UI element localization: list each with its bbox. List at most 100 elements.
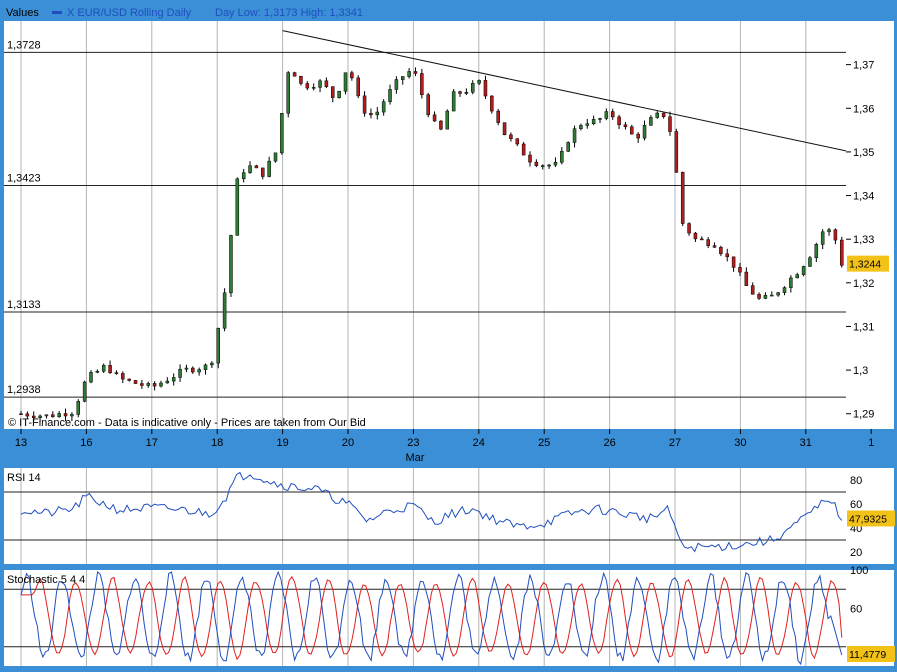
x-tick-label: 25: [538, 437, 550, 449]
candle-up: [210, 362, 214, 366]
candle-up: [560, 151, 564, 163]
candle-down: [426, 94, 430, 116]
candle-down: [731, 256, 736, 268]
candle-down: [369, 113, 373, 116]
stoch-last-label: 11,4779: [849, 649, 886, 661]
candle-up: [782, 287, 787, 293]
candle-up: [808, 257, 812, 267]
date-axis-bg: [4, 429, 846, 465]
candle-down: [687, 223, 691, 234]
candle-down: [668, 116, 672, 132]
candle-up: [184, 367, 189, 370]
candle-up: [159, 382, 163, 387]
series-label: X EUR/USD Rolling Daily: [67, 7, 192, 19]
price-panel-bg: [4, 21, 846, 429]
x-tick-label: 16: [80, 437, 92, 449]
price-y-tick-label: 1,33: [853, 234, 874, 246]
price-y-tick-label: 1,36: [853, 103, 874, 115]
price-y-tick-label: 1,29: [853, 409, 874, 421]
candle-down: [693, 232, 698, 240]
candle-up: [241, 172, 246, 180]
price-y-tick-label: 1,37: [853, 60, 874, 72]
candle-down: [108, 365, 112, 373]
month-label: Mar: [406, 452, 425, 464]
price-last-label: 1,3244: [849, 259, 881, 271]
candle-up: [76, 401, 81, 415]
candle-up: [375, 111, 380, 116]
stoch-y-tick-label: 60: [850, 603, 862, 615]
candle-down: [833, 229, 838, 241]
candle-up: [286, 72, 290, 114]
candle-up: [477, 80, 481, 84]
candle-down: [19, 413, 23, 415]
candle-up: [553, 162, 558, 166]
candle-up: [579, 125, 583, 129]
disclaimer-text: © IT-Finance.com - Data is indicative on…: [8, 417, 366, 429]
candle-up: [203, 364, 208, 370]
candle-up: [171, 377, 176, 382]
candle-down: [458, 91, 462, 94]
candle-down: [483, 80, 488, 97]
stoch-y-tick-label: 100: [850, 565, 868, 577]
level-label: 1,2938: [7, 384, 41, 396]
candle-up: [642, 125, 647, 139]
candle-up: [470, 83, 475, 93]
x-tick-label: 19: [276, 437, 288, 449]
candle-up: [540, 165, 545, 167]
candle-down: [521, 143, 526, 156]
candle-down: [610, 111, 615, 118]
candle-down: [439, 120, 443, 130]
candle-down: [254, 165, 259, 169]
candle-down: [356, 77, 360, 97]
candle-up: [267, 160, 271, 177]
candle-down: [152, 383, 157, 387]
candle-down: [127, 378, 131, 381]
candle-up: [795, 274, 799, 279]
candle-down: [623, 124, 628, 128]
candle-up: [814, 244, 819, 259]
candle-down: [840, 239, 844, 266]
rsi-y-tick-label: 60: [850, 499, 862, 511]
candle-down: [305, 83, 310, 89]
x-tick-label: 27: [669, 437, 681, 449]
candle-up: [604, 111, 609, 119]
candle-up: [801, 266, 806, 275]
candle-up: [235, 178, 240, 236]
candle-down: [133, 380, 138, 384]
candle-up: [82, 381, 87, 402]
candle-down: [121, 373, 125, 380]
candle-up: [649, 117, 653, 126]
candle-down: [114, 372, 119, 374]
candle-up: [445, 110, 450, 130]
candle-up: [229, 235, 233, 294]
candle-up: [178, 368, 182, 378]
rsi-panel-title: RSI 14: [7, 472, 41, 484]
x-tick-label: 30: [734, 437, 746, 449]
candle-down: [515, 138, 520, 145]
x-tick-label: 20: [342, 437, 354, 449]
candle-down: [680, 172, 685, 224]
candle-down: [324, 80, 329, 87]
candle-up: [464, 91, 469, 94]
rsi-panel-bg: [4, 468, 846, 564]
candle-down: [617, 116, 621, 126]
level-label: 1,3133: [7, 299, 41, 311]
candle-down: [140, 383, 144, 386]
candle-down: [191, 367, 195, 373]
candle-up: [280, 113, 284, 154]
candle-down: [712, 245, 717, 248]
rsi-y-tick-label: 20: [850, 547, 862, 559]
candle-up: [222, 292, 227, 329]
candle-down: [502, 122, 507, 136]
candle-down: [413, 71, 418, 74]
candle-up: [273, 152, 278, 162]
candle-down: [261, 167, 265, 177]
candle-down: [292, 72, 297, 77]
x-tick-label: 31: [800, 437, 812, 449]
candle-up: [591, 119, 596, 124]
candle-up: [827, 229, 831, 233]
candle-up: [394, 79, 399, 90]
candle-up: [820, 231, 825, 245]
candle-up: [216, 327, 220, 364]
candle-down: [750, 285, 755, 295]
